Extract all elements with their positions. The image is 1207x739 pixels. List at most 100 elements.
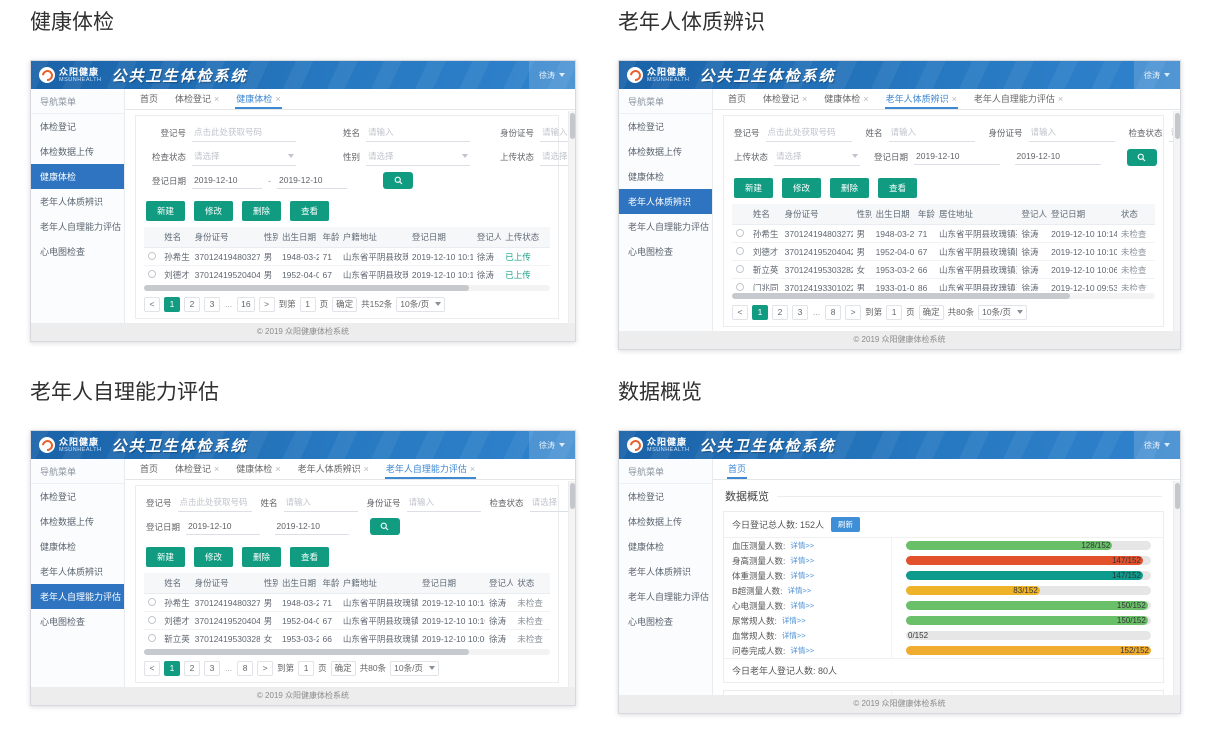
sidebar-item[interactable]: 老年人自理能力评估 (619, 214, 712, 239)
text-input[interactable]: 请输入 (1029, 124, 1115, 142)
scrollbar-vertical[interactable] (1173, 481, 1180, 695)
sidebar-item[interactable]: 体检登记 (31, 114, 124, 139)
goto-confirm-button[interactable]: 确定 (919, 305, 944, 320)
search-button[interactable] (370, 518, 400, 535)
table-row[interactable]: 刘德才370124195204042513男1952-04-0467山东省平阴县… (144, 612, 550, 630)
tab[interactable]: 体检登记× (174, 89, 220, 109)
text-input[interactable]: 点击此处获取号码 (766, 124, 852, 142)
sidebar-item[interactable]: 健康体检 (619, 164, 712, 189)
page-button[interactable]: 2 (772, 305, 788, 320)
page-button[interactable]: 2 (184, 661, 200, 676)
tab[interactable]: 体检登记× (174, 459, 220, 479)
action-button[interactable]: 查看 (290, 547, 329, 567)
sidebar-item[interactable]: 健康体检 (619, 534, 712, 559)
text-input[interactable]: 点击此处获取号码 (192, 124, 296, 142)
date-input-start[interactable]: 2019-12-10 (186, 519, 260, 535)
page-next-button[interactable]: > (845, 305, 861, 320)
sidebar-item[interactable]: 心电图检查 (31, 239, 124, 264)
detail-link[interactable]: 详情>> (790, 555, 814, 566)
goto-confirm-button[interactable]: 确定 (331, 661, 356, 676)
action-button[interactable]: 删除 (830, 178, 869, 198)
user-menu[interactable]: 徐涛 (529, 431, 575, 459)
detail-link[interactable]: 详情>> (790, 540, 814, 551)
tab-close-icon[interactable]: × (275, 95, 280, 103)
sidebar-item[interactable]: 体检数据上传 (619, 509, 712, 534)
detail-link[interactable]: 详情>> (790, 600, 814, 611)
tab[interactable]: 首页 (139, 89, 159, 109)
tab[interactable]: 健康体检× (235, 89, 281, 109)
page-button[interactable]: 1 (164, 297, 180, 312)
page-button[interactable]: 3 (792, 305, 808, 320)
sidebar-item[interactable]: 老年人体质辨识 (619, 559, 712, 584)
date-input-end[interactable]: 2019-12-10 (277, 173, 347, 189)
table-row[interactable]: 门兆同370124193301022515男1933-01-0286山东省平阴县… (732, 279, 1155, 292)
table-row[interactable]: 孙希生370124194803272017男1948-03-2771山东省平阴县… (144, 248, 550, 266)
tab-close-icon[interactable]: × (214, 95, 219, 103)
page-prev-button[interactable]: < (144, 297, 160, 312)
date-input-end[interactable]: 2019-12-10 (1015, 149, 1101, 165)
tab-close-icon[interactable]: × (470, 465, 475, 473)
sidebar-item[interactable]: 体检登记 (619, 114, 712, 139)
table-row[interactable]: 孙希生370124194803272017男1948-03-2771山东省平阴县… (732, 225, 1155, 243)
scrollbar-vertical[interactable] (568, 481, 575, 687)
user-menu[interactable]: 徐涛 (1134, 431, 1180, 459)
action-button[interactable]: 修改 (194, 201, 233, 221)
search-button[interactable] (1127, 149, 1157, 166)
select-input[interactable]: 请选择 (774, 148, 860, 166)
page-button[interactable]: 3 (204, 297, 220, 312)
radio-button[interactable] (736, 265, 744, 273)
action-button[interactable]: 新建 (734, 178, 773, 198)
detail-link[interactable]: 详情>> (782, 630, 806, 641)
page-button[interactable]: 1 (752, 305, 768, 320)
radio-button[interactable] (148, 252, 156, 260)
page-button[interactable]: 2 (184, 297, 200, 312)
tab[interactable]: 老年人体质辨识× (297, 459, 370, 479)
sidebar-item[interactable]: 体检数据上传 (31, 139, 124, 164)
table-row[interactable]: 靳立英370124195303282029女1953-03-2866山东省平阴县… (732, 261, 1155, 279)
tab[interactable]: 老年人自理能力评估× (385, 459, 476, 479)
text-input[interactable]: 请输入 (407, 494, 481, 512)
tab[interactable]: 老年人体质辨识× (885, 89, 958, 109)
goto-page-input[interactable]: 1 (886, 305, 902, 320)
radio-button[interactable] (736, 229, 744, 237)
per-page-select[interactable]: 10条/页 (978, 305, 1027, 320)
page-next-button[interactable]: > (259, 297, 275, 312)
tab-close-icon[interactable]: × (1058, 95, 1063, 103)
tab-close-icon[interactable]: × (952, 95, 957, 103)
sidebar-item[interactable]: 老年人自理能力评估 (31, 584, 124, 609)
text-input[interactable]: 请输入 (366, 124, 470, 142)
radio-button[interactable] (736, 283, 744, 291)
select-input[interactable]: 请选择 (366, 148, 470, 166)
tab[interactable]: 首页 (727, 89, 747, 109)
text-input[interactable]: 请输入 (284, 494, 358, 512)
action-button[interactable]: 新建 (146, 547, 185, 567)
sidebar-item[interactable]: 体检数据上传 (619, 139, 712, 164)
user-menu[interactable]: 徐涛 (529, 61, 575, 89)
scrollbar-horizontal[interactable] (144, 649, 550, 655)
page-button[interactable]: 1 (164, 661, 180, 676)
date-input-end[interactable]: 2019-12-10 (275, 519, 349, 535)
detail-link[interactable]: 详情>> (788, 585, 812, 596)
action-button[interactable]: 修改 (782, 178, 821, 198)
per-page-select[interactable]: 10条/页 (390, 661, 439, 676)
sidebar-item[interactable]: 老年人自理能力评估 (31, 214, 124, 239)
sidebar-item[interactable]: 心电图检查 (31, 609, 124, 634)
detail-link[interactable]: 详情>> (790, 645, 814, 656)
tab[interactable]: 老年人自理能力评估× (973, 89, 1064, 109)
tab-close-icon[interactable]: × (863, 95, 868, 103)
per-page-select[interactable]: 10条/页 (396, 297, 445, 312)
action-button[interactable]: 查看 (290, 201, 329, 221)
radio-button[interactable] (148, 616, 156, 624)
radio-button[interactable] (736, 247, 744, 255)
tab-close-icon[interactable]: × (275, 465, 280, 473)
sidebar-item[interactable]: 心电图检查 (619, 609, 712, 634)
user-menu[interactable]: 徐涛 (1134, 61, 1180, 89)
scrollbar-vertical[interactable] (568, 111, 575, 323)
date-input-start[interactable]: 2019-12-10 (914, 149, 1000, 165)
detail-link[interactable]: 详情>> (790, 570, 814, 581)
table-row[interactable]: 刘德才370124195204042513男1952-04-0467山东省平阴县… (732, 243, 1155, 261)
goto-confirm-button[interactable]: 确定 (332, 297, 357, 312)
sidebar-item[interactable]: 体检数据上传 (31, 509, 124, 534)
table-row[interactable]: 靳立英370124195303282029女1953-03-2866山东省平阴县… (144, 630, 550, 648)
goto-page-input[interactable]: 1 (300, 297, 316, 312)
